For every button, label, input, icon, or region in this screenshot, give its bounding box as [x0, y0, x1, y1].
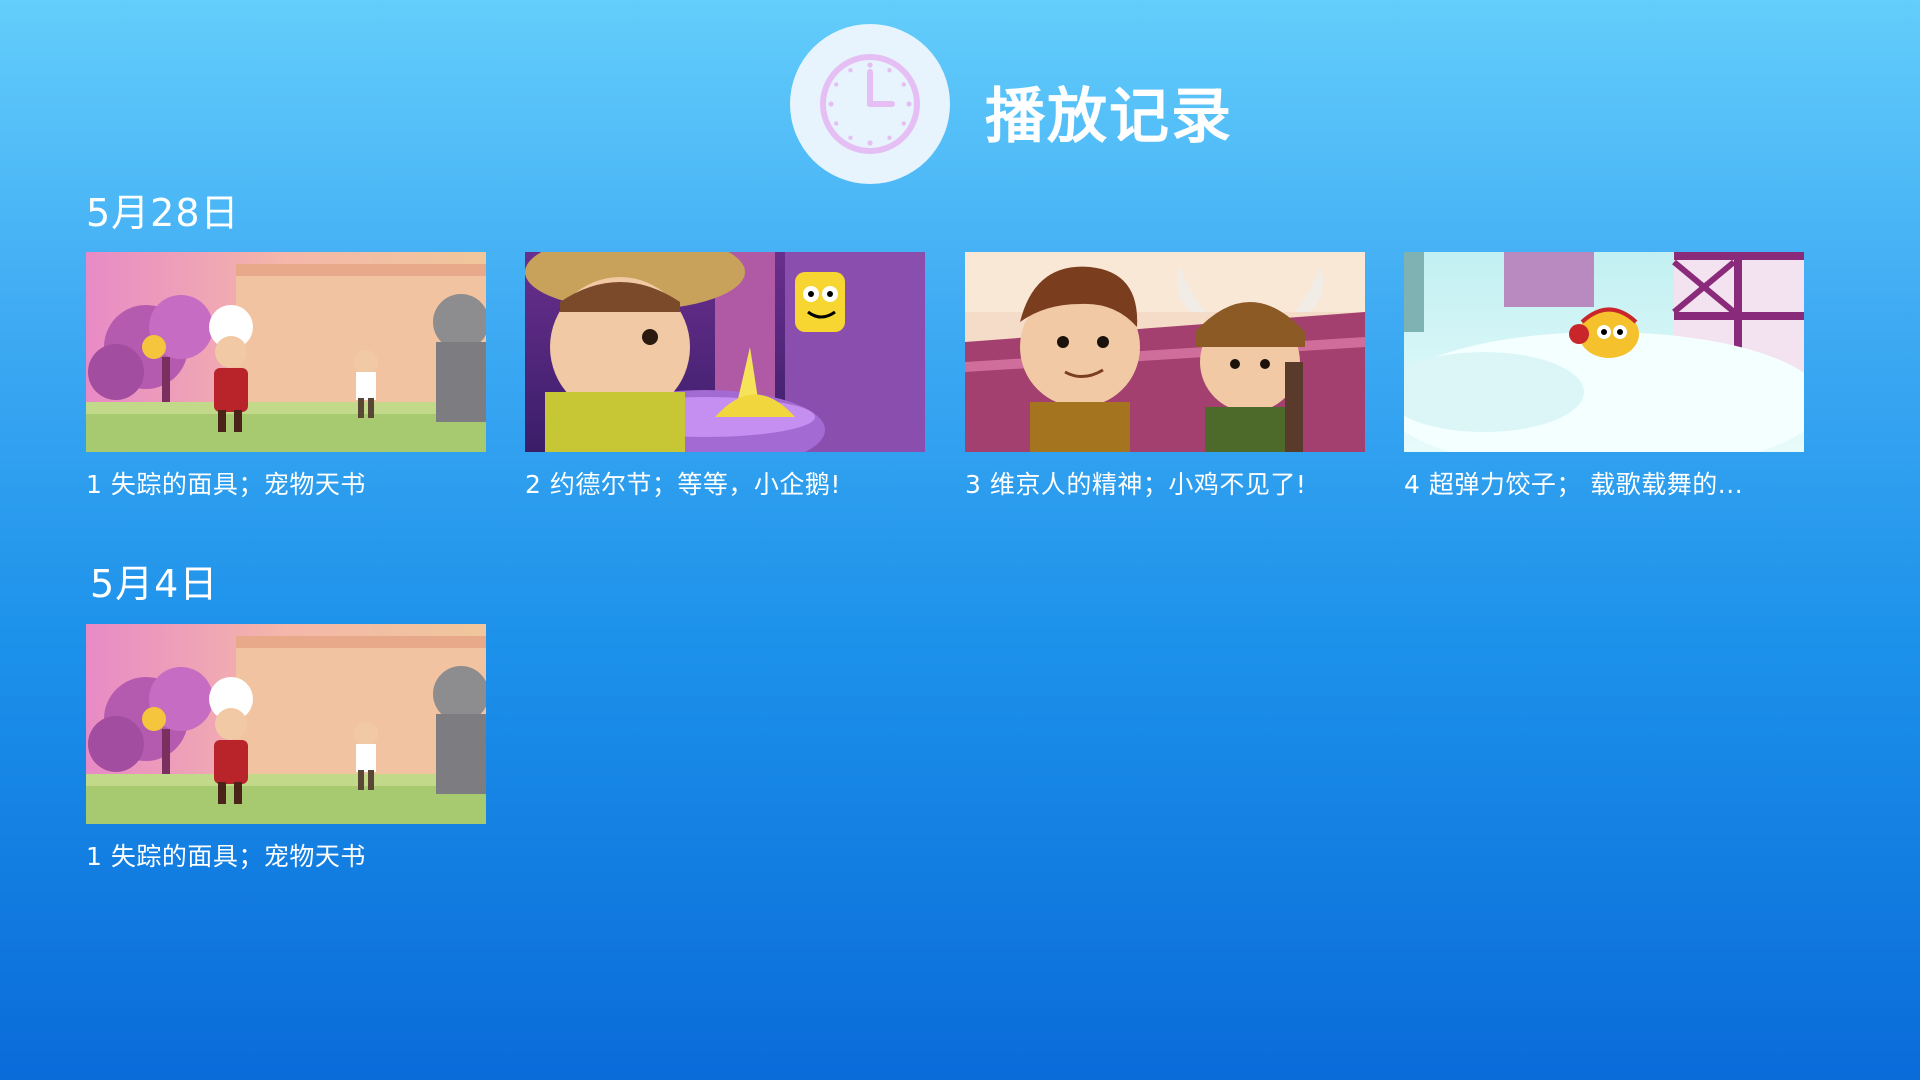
episode-thumbnail[interactable] — [86, 624, 486, 824]
history-badge — [790, 24, 950, 184]
episode-title[interactable]: 4 超弹力饺子； 载歌载舞的... — [1404, 468, 1804, 502]
history-card[interactable]: 1 失踪的面具；宠物天书 — [86, 252, 486, 502]
episode-thumbnail[interactable] — [86, 252, 486, 452]
history-card[interactable]: 3 维京人的精神；小鸡不见了! — [965, 252, 1365, 502]
history-card[interactable]: 1 失踪的面具；宠物天书 — [86, 624, 486, 874]
episode-title[interactable]: 1 失踪的面具；宠物天书 — [86, 840, 486, 874]
episode-title[interactable]: 3 维京人的精神；小鸡不见了! — [965, 468, 1365, 502]
episode-thumbnail[interactable] — [965, 252, 1365, 452]
section-date: 5月28日 — [86, 191, 240, 235]
clock-icon — [820, 54, 920, 154]
history-card[interactable]: 4 超弹力饺子； 载歌载舞的... — [1404, 252, 1804, 502]
page-header: 播放记录 — [790, 24, 1233, 184]
page-title: 播放记录 — [985, 81, 1233, 152]
episode-thumbnail[interactable] — [1404, 252, 1804, 452]
history-card[interactable]: 2 约德尔节；等等，小企鹅! — [525, 252, 925, 502]
episode-title[interactable]: 2 约德尔节；等等，小企鹅! — [525, 468, 925, 502]
section-date: 5月4日 — [90, 562, 219, 606]
episode-title[interactable]: 1 失踪的面具；宠物天书 — [86, 468, 486, 502]
episode-thumbnail[interactable] — [525, 252, 925, 452]
